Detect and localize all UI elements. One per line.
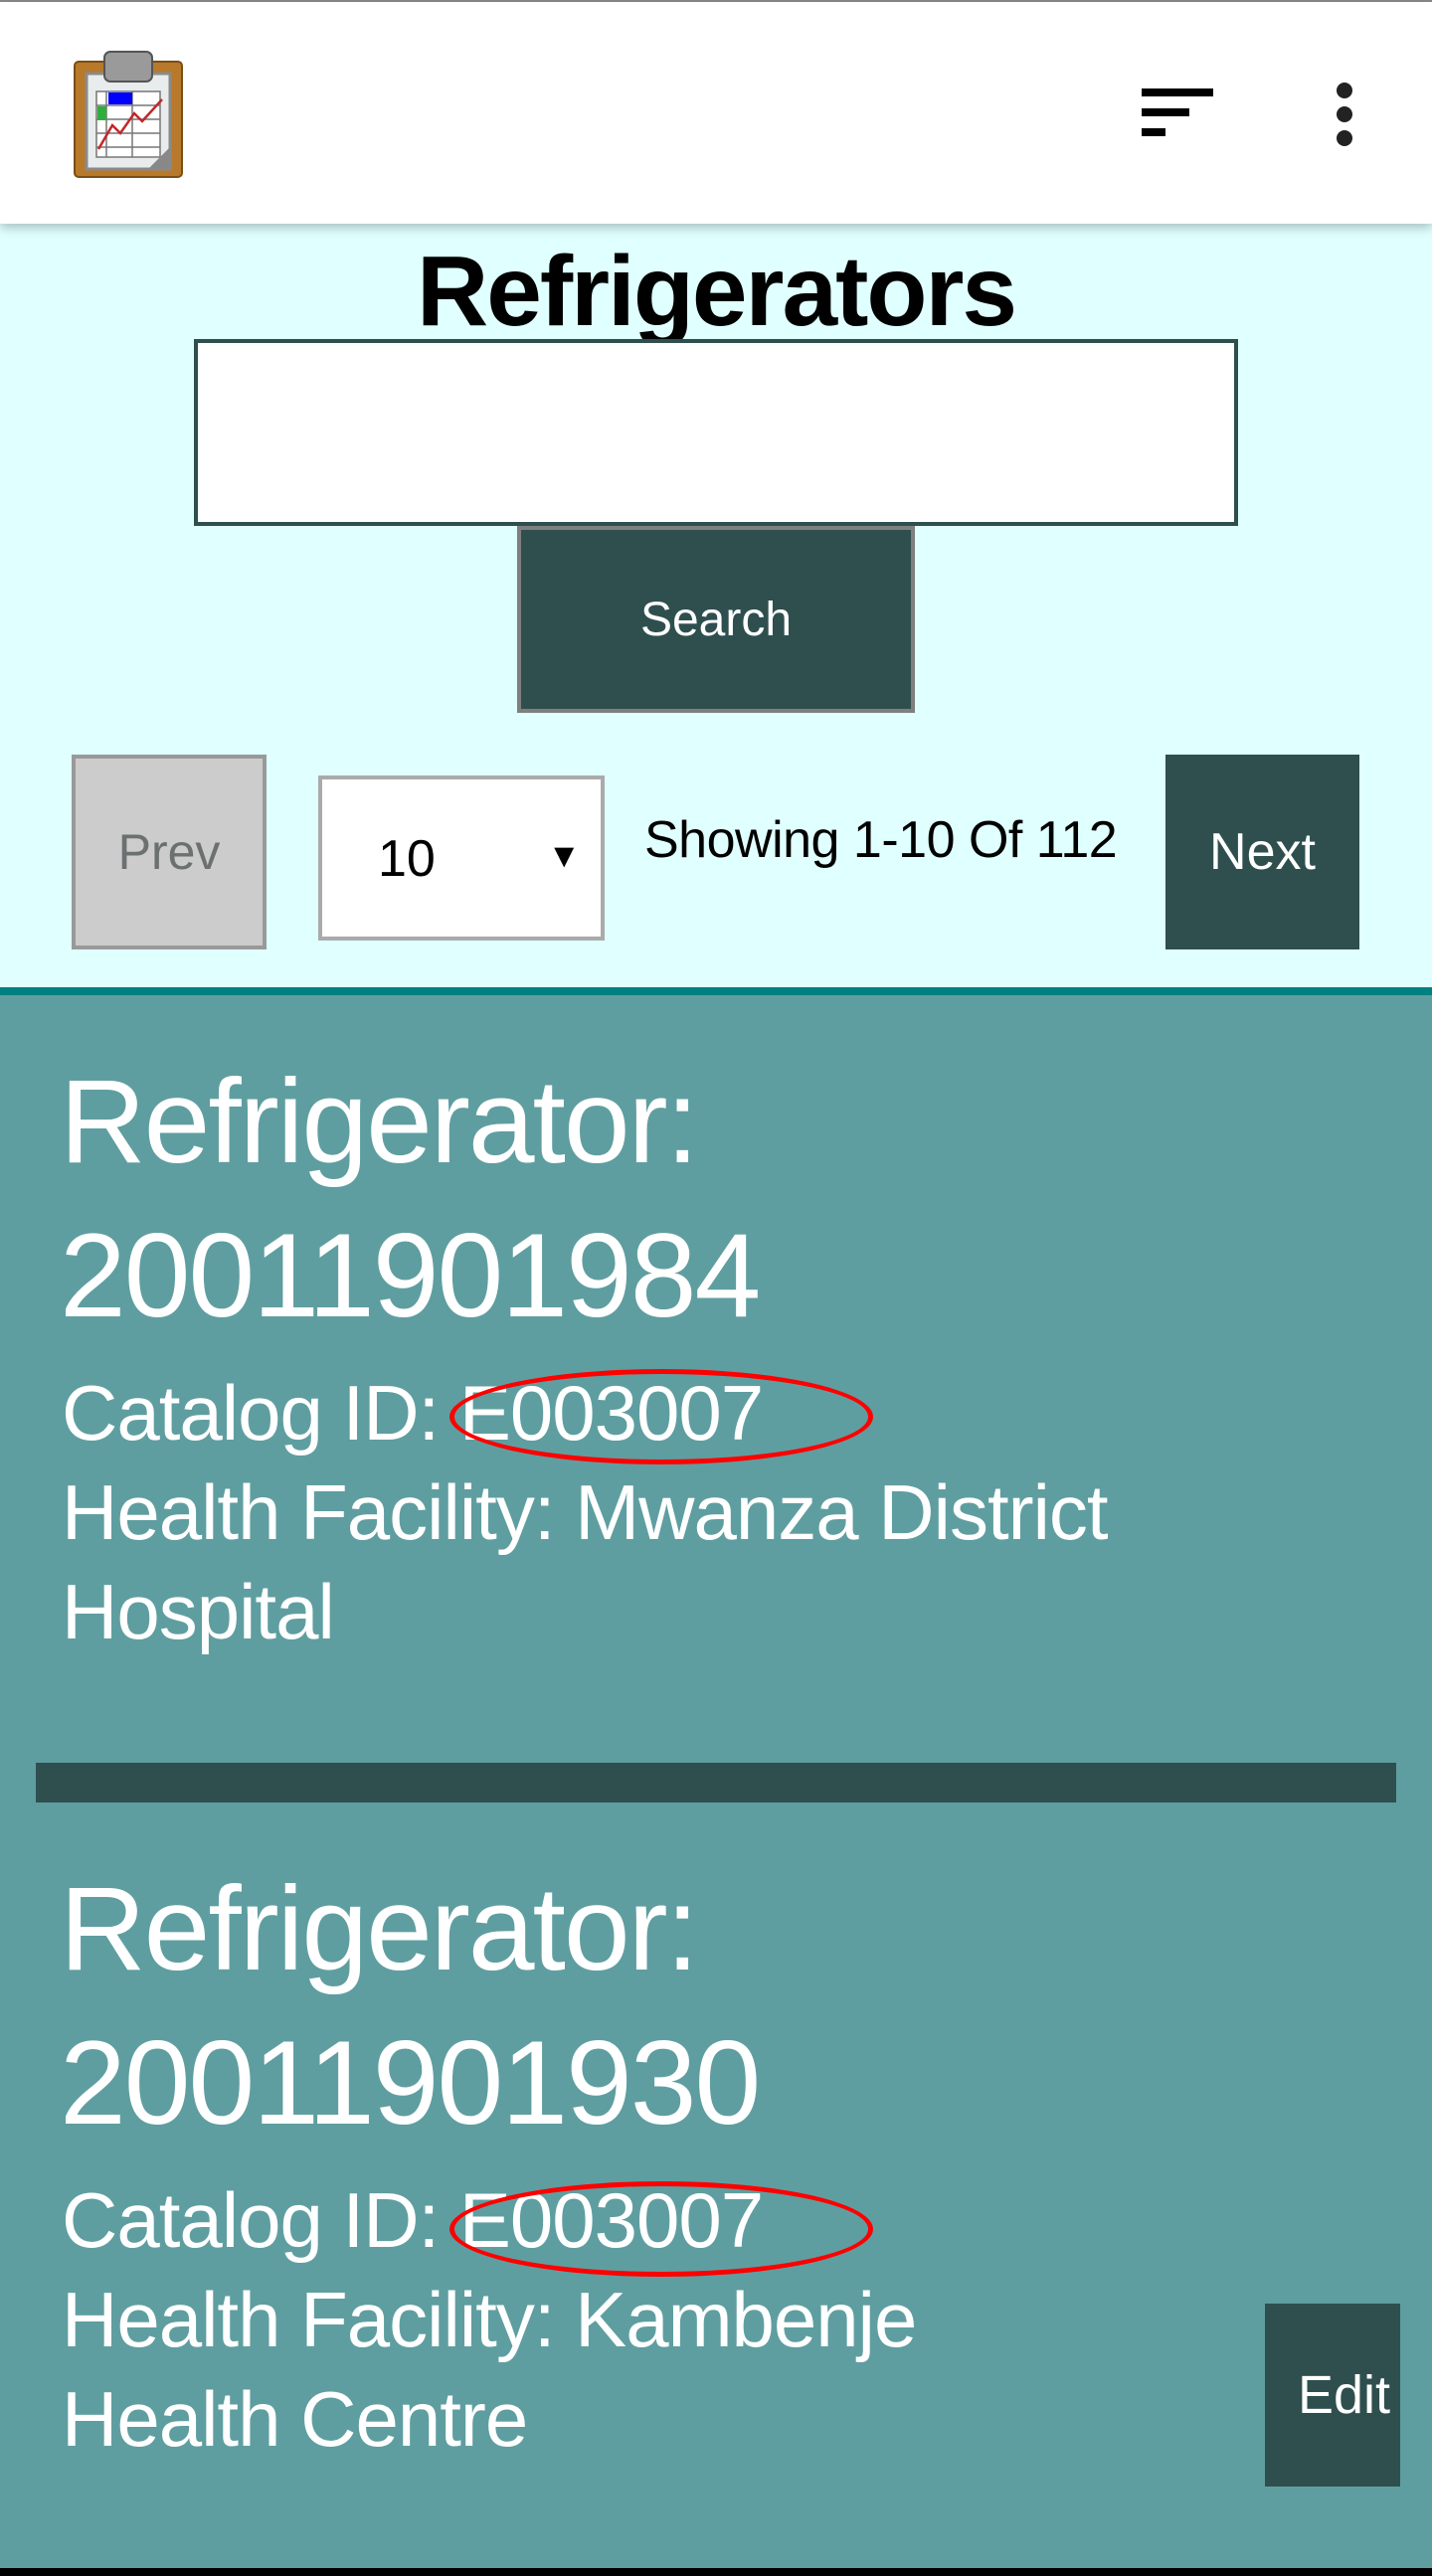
catalog-id: Catalog ID: E003007 (62, 2176, 764, 2264)
dropdown-arrow-icon: ▼ (547, 837, 581, 875)
refrigerator-label: Refrigerator: (60, 1862, 699, 1995)
section-divider (0, 987, 1432, 995)
refrigerator-card[interactable]: Refrigerator: 20011901930 Catalog ID: E0… (0, 1803, 1432, 2568)
catalog-id: Catalog ID: E003007 (62, 1369, 764, 1457)
app-header (0, 2, 1432, 224)
page-title: Refrigerators (417, 236, 1017, 347)
bottom-bar (0, 2568, 1432, 2576)
clipboard-chart-icon[interactable] (73, 50, 184, 179)
health-facility: Health Facility: Kambenje (62, 2276, 917, 2363)
refrigerator-number: 20011901930 (60, 2016, 761, 2149)
refrigerator-card[interactable]: Refrigerator: 20011901984 Catalog ID: E0… (0, 995, 1432, 1763)
health-facility: Health Facility: Mwanza District (62, 1468, 1109, 1556)
card-divider (36, 1763, 1396, 1803)
search-toolbar: Refrigerators Search Prev 10 ▼ Showing 1… (0, 224, 1432, 987)
search-input[interactable] (194, 339, 1238, 526)
prev-page-button[interactable]: Prev (72, 755, 267, 949)
page-size-value: 10 (378, 830, 436, 888)
refrigerator-number: 20011901984 (60, 1209, 761, 1342)
refrigerator-label: Refrigerator: (60, 1055, 699, 1188)
more-vert-icon[interactable] (1329, 76, 1360, 153)
health-facility-cont: Health Centre (62, 2375, 528, 2463)
edit-button[interactable]: Edit (1265, 2304, 1400, 2487)
search-button[interactable]: Search (517, 526, 915, 713)
sort-icon[interactable] (1136, 82, 1219, 143)
page-size-select[interactable]: 10 ▼ (318, 775, 605, 941)
results-count: Showing 1-10 Of 112 (644, 811, 1118, 869)
next-page-button[interactable]: Next (1165, 755, 1359, 949)
health-facility-cont: Hospital (62, 1568, 335, 1655)
